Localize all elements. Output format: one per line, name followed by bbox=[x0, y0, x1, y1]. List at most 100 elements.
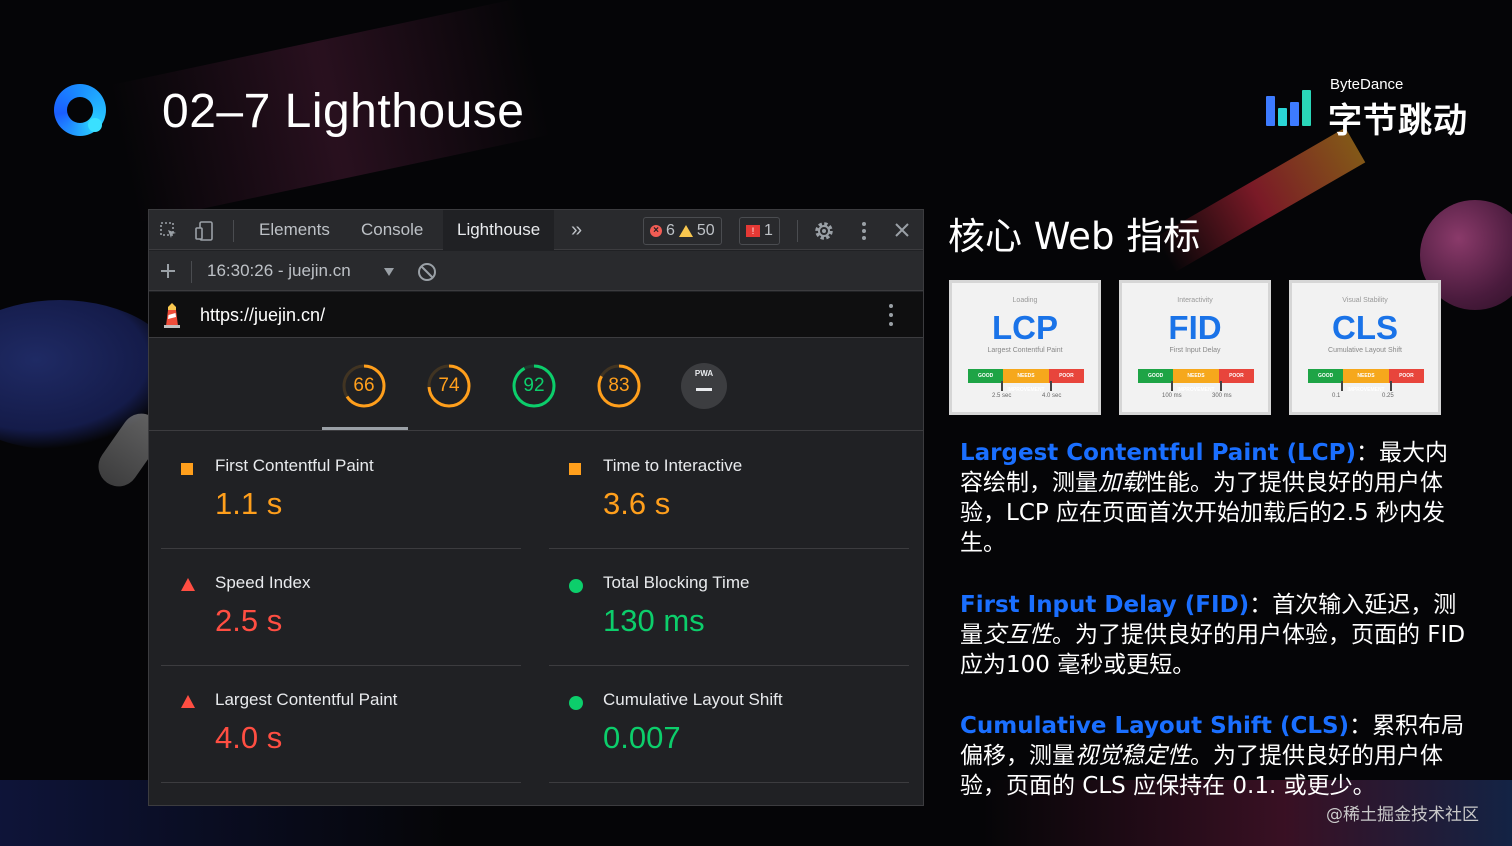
threshold-scale: GOOD NEEDS IMPROVEMENT POOR bbox=[968, 369, 1085, 393]
report-menu-icon[interactable] bbox=[889, 304, 893, 326]
error-icon: × bbox=[650, 225, 662, 237]
more-options-icon[interactable] bbox=[861, 221, 867, 244]
settings-gear-icon[interactable] bbox=[813, 220, 835, 245]
vital-description: Cumulative Layout Shift (CLS)：累积布局偏移，测量视… bbox=[960, 711, 1470, 801]
metric-value: 3.6 s bbox=[603, 486, 671, 521]
vital-description: First Input Delay (FID)：首次输入延迟，测量交互性。为了提… bbox=[960, 590, 1470, 680]
tab-elements[interactable]: Elements bbox=[245, 210, 344, 250]
score-gauge[interactable]: 92 bbox=[511, 363, 557, 409]
inspect-element-icon[interactable] bbox=[159, 221, 179, 244]
card-category: Interactivity bbox=[1177, 297, 1213, 304]
scale-needs-improvement: NEEDS IMPROVEMENT bbox=[1343, 369, 1389, 393]
more-tabs-button[interactable]: » bbox=[557, 210, 596, 250]
card-abbreviation: CLS bbox=[1332, 309, 1398, 346]
tab-lighthouse[interactable]: Lighthouse bbox=[443, 210, 555, 250]
scale-poor: POOR bbox=[1048, 369, 1085, 383]
threshold-tick: 100 ms bbox=[1162, 393, 1182, 399]
vital-card-cls: Visual Stability CLS Cumulative Layout Shi… bbox=[1289, 280, 1441, 415]
dropdown-caret-icon[interactable] bbox=[383, 263, 395, 281]
threshold-marker bbox=[1390, 381, 1392, 391]
vital-card-fid: Interactivity FID First Input Delay GOOD NEE… bbox=[1119, 280, 1271, 415]
threshold-scale: GOOD NEEDS IMPROVEMENT POOR bbox=[1308, 369, 1425, 393]
metric-item: Largest Contentful Paint 4.0 s bbox=[161, 666, 521, 783]
clear-reports-icon[interactable] bbox=[417, 262, 437, 285]
metric-item: Speed Index 2.5 s bbox=[161, 549, 521, 666]
vital-emphasis: 视觉稳定性 bbox=[1075, 743, 1190, 769]
score-gauge[interactable]: 66 bbox=[341, 363, 387, 409]
warning-count: 50 bbox=[696, 222, 715, 239]
card-category: Visual Stability bbox=[1342, 297, 1388, 304]
vital-emphasis: 加载 bbox=[1098, 470, 1144, 496]
threshold-tick: 300 ms bbox=[1212, 393, 1232, 399]
pwa-label: PWA bbox=[694, 369, 714, 378]
threshold-tick: 0.25 bbox=[1382, 393, 1394, 399]
threshold-tick: 4.0 sec bbox=[1042, 393, 1062, 399]
brand-name-zh: 字节跳动 bbox=[1328, 101, 1468, 141]
gauge-score: 92 bbox=[523, 375, 545, 396]
metric-label: Largest Contentful Paint bbox=[215, 690, 398, 709]
metric-item: First Contentful Paint 1.1 s bbox=[161, 432, 521, 549]
threshold-marker bbox=[1050, 381, 1052, 391]
warning-icon bbox=[678, 225, 693, 237]
threshold-marker bbox=[1220, 381, 1222, 391]
metric-item: Total Blocking Time 130 ms bbox=[549, 549, 909, 666]
issue-count: 1 bbox=[764, 222, 773, 239]
metrics-grid: First Contentful Paint 1.1 s Time to Inter… bbox=[149, 432, 923, 804]
pwa-badge-icon[interactable]: PWA bbox=[681, 363, 727, 409]
vital-term: First Input Delay (FID) bbox=[960, 592, 1250, 618]
brand-name-en: ByteDance bbox=[1330, 76, 1404, 93]
threshold-tick: 2.5 sec bbox=[992, 393, 1012, 399]
metric-value: 1.1 s bbox=[215, 486, 283, 521]
gauge-score: 66 bbox=[353, 375, 375, 396]
selected-gauge-indicator bbox=[322, 427, 408, 430]
tab-console[interactable]: Console bbox=[347, 210, 437, 250]
metric-value: 2.5 s bbox=[215, 603, 283, 638]
issues-badge[interactable]: ! 1 bbox=[739, 217, 780, 245]
gauge-score: 74 bbox=[438, 375, 460, 396]
vitals-cards: Loading LCP Largest Contentful Paint GOOD NE… bbox=[949, 280, 1441, 415]
scale-good: GOOD bbox=[1138, 369, 1174, 383]
threshold-tick: 0.1 bbox=[1332, 393, 1341, 399]
card-abbreviation: FID bbox=[1168, 309, 1222, 346]
metric-value: 130 ms bbox=[603, 603, 705, 638]
lighthouse-logo-icon bbox=[164, 303, 180, 328]
score-gauge[interactable]: 74 bbox=[426, 363, 472, 409]
pass-circle-icon bbox=[569, 579, 583, 593]
pass-circle-icon bbox=[569, 696, 583, 710]
toolbar-divider bbox=[797, 220, 798, 242]
vital-description: Largest Contentful Paint (LCP)：最大内容绘制，测量… bbox=[960, 438, 1470, 558]
fail-triangle-icon bbox=[181, 578, 195, 591]
card-abbreviation: LCP bbox=[992, 309, 1058, 346]
metric-label: Time to Interactive bbox=[603, 456, 743, 475]
vital-term: Cumulative Layout Shift (CLS) bbox=[960, 713, 1350, 739]
fail-triangle-icon bbox=[181, 695, 195, 708]
console-counts-badge[interactable]: × 6 50 bbox=[643, 217, 722, 245]
toolbar-divider bbox=[233, 220, 234, 242]
average-square-icon bbox=[181, 463, 193, 475]
scale-poor: POOR bbox=[1388, 369, 1425, 383]
toolbar-divider bbox=[191, 261, 192, 283]
score-gauges: 66 74 92 83 PWA bbox=[149, 339, 923, 431]
gauge-score: 83 bbox=[608, 375, 630, 396]
scale-good: GOOD bbox=[968, 369, 1004, 383]
card-fullname: Largest Contentful Paint bbox=[987, 347, 1063, 354]
lighthouse-report-bar: 16:30:26 - juejin.cn bbox=[149, 251, 923, 291]
metric-label: First Contentful Paint bbox=[215, 456, 374, 475]
device-toolbar-icon[interactable] bbox=[195, 220, 215, 245]
slide-title: 02–7 Lighthouse bbox=[162, 85, 525, 138]
threshold-marker bbox=[1171, 381, 1173, 391]
report-selector[interactable]: 16:30:26 - juejin.cn bbox=[207, 251, 351, 291]
add-report-icon[interactable] bbox=[159, 262, 177, 283]
report-url[interactable]: https://juejin.cn/ bbox=[200, 292, 325, 338]
vital-card-lcp: Loading LCP Largest Contentful Paint GOOD NE… bbox=[949, 280, 1101, 415]
vital-emphasis: 交互性 bbox=[983, 622, 1052, 648]
issue-flag-icon: ! bbox=[746, 225, 760, 237]
score-gauge[interactable]: 83 bbox=[596, 363, 642, 409]
close-devtools-icon[interactable] bbox=[893, 221, 911, 242]
scale-needs-improvement: NEEDS IMPROVEMENT bbox=[1173, 369, 1219, 393]
card-category: Loading bbox=[1012, 297, 1038, 304]
card-fullname: Cumulative Layout Shift bbox=[1328, 347, 1402, 354]
devtools-tabbar: Elements Console Lighthouse » × 6 50 ! 1 bbox=[149, 210, 923, 250]
metric-label: Total Blocking Time bbox=[603, 573, 750, 592]
metric-item: Cumulative Layout Shift 0.007 bbox=[549, 666, 909, 783]
